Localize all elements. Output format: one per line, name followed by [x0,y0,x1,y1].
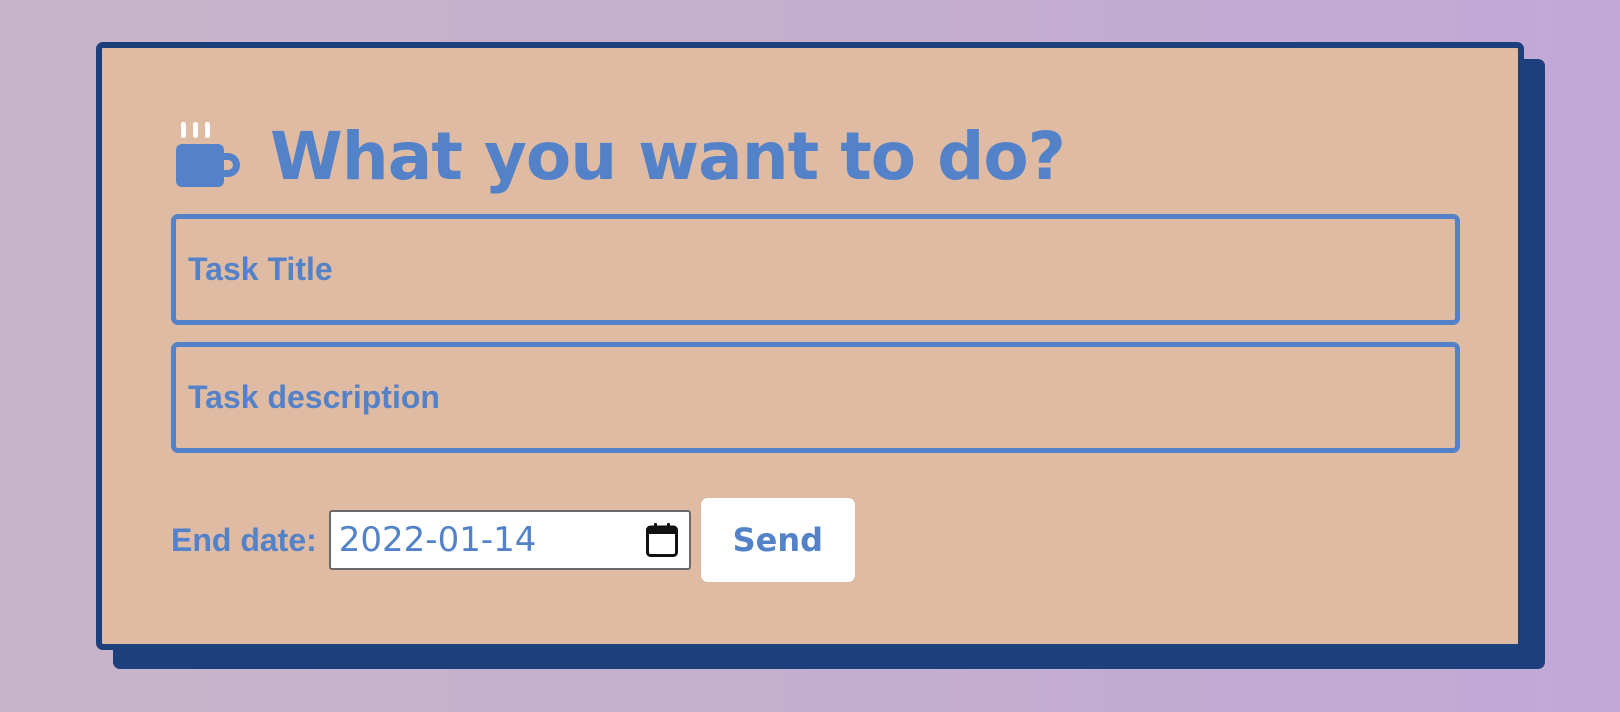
end-date-value[interactable]: 2022-01-14 [339,520,537,560]
task-description-input[interactable] [171,342,1460,453]
send-button[interactable]: Send [700,498,855,582]
task-form-card: What you want to do? End date: 2022-01-1… [96,42,1524,650]
end-date-label: End date: [171,521,317,558]
task-title-input[interactable] [171,214,1460,325]
coffee-mug-icon [176,122,240,187]
end-date-input[interactable]: 2022-01-14 [328,510,691,570]
calendar-icon[interactable] [645,522,679,558]
page-title: What you want to do? [270,117,1066,195]
end-date-row: End date: 2022-01-14 Send [171,498,855,582]
form-header: What you want to do? [174,116,1066,196]
